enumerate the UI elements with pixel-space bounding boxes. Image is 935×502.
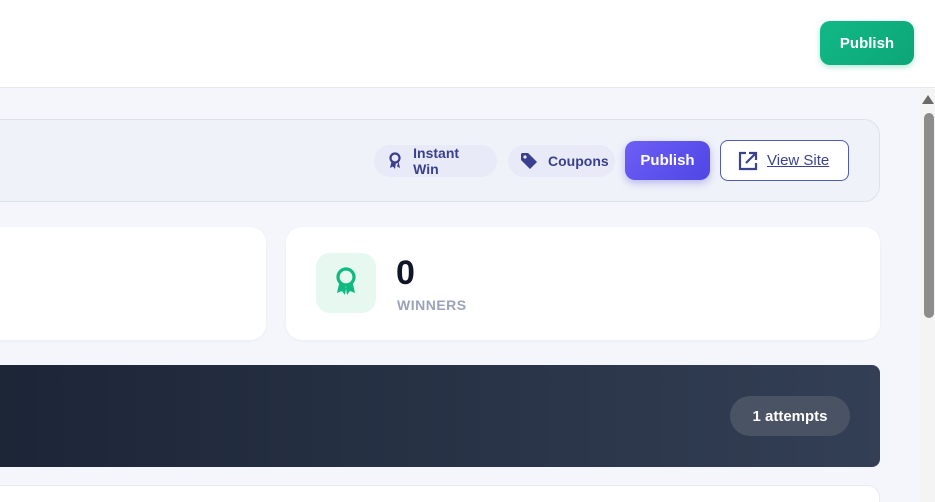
- scroll-up-arrow-icon[interactable]: [922, 95, 934, 104]
- stat-card: [0, 227, 266, 340]
- instant-win-button[interactable]: Instant Win: [374, 145, 497, 177]
- tag-icon: [520, 152, 538, 170]
- award-ribbon-icon: [333, 266, 359, 301]
- content-card: [0, 485, 880, 502]
- external-link-icon: [737, 150, 759, 172]
- coupons-button[interactable]: Coupons: [508, 145, 615, 177]
- attempts-badge: 1 attempts: [730, 396, 850, 436]
- winners-label: WINNERS: [397, 297, 467, 313]
- view-site-button[interactable]: View Site: [720, 140, 849, 181]
- scrollbar-thumb[interactable]: [924, 113, 934, 318]
- coupons-label: Coupons: [548, 153, 609, 169]
- publish-button-header[interactable]: Publish: [820, 21, 914, 65]
- view-site-label: View Site: [767, 152, 830, 169]
- publish-button[interactable]: Publish: [625, 141, 710, 180]
- winners-count: 0: [396, 254, 415, 292]
- award-ribbon-icon: [386, 152, 403, 170]
- instant-win-label: Instant Win: [413, 145, 460, 177]
- winners-icon-box: [316, 253, 376, 313]
- top-header-bar: Publish: [0, 0, 935, 88]
